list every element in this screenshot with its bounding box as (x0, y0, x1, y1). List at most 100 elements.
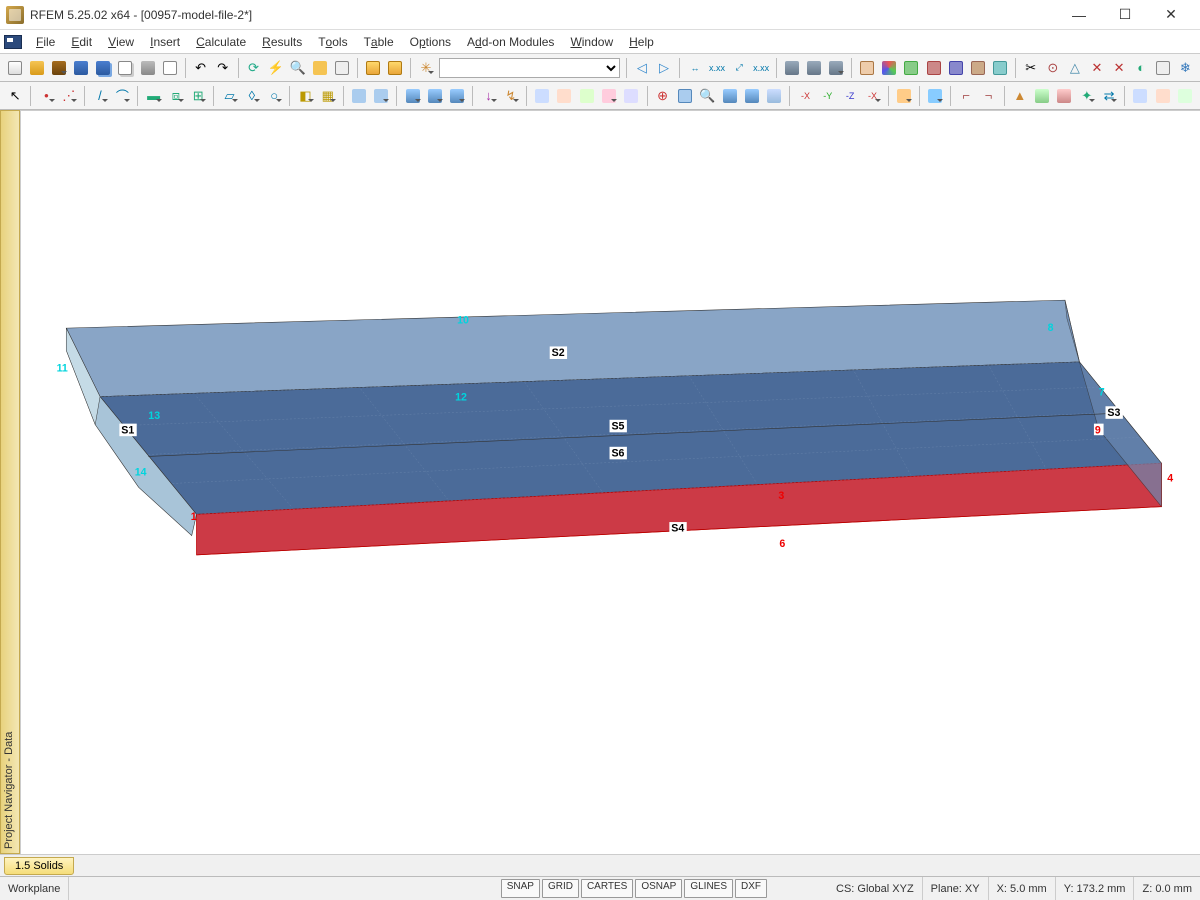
tool-d-icon[interactable]: ✕ (1087, 57, 1107, 79)
menu-file[interactable]: File (28, 30, 63, 53)
mesh-f-icon[interactable] (968, 57, 988, 79)
tool-e-icon[interactable]: ✕ (1109, 57, 1129, 79)
loadcase-select[interactable] (439, 58, 620, 78)
menu-options[interactable]: Options (402, 30, 459, 53)
view-b-icon[interactable] (675, 85, 695, 107)
grid-toggle[interactable]: GRID (542, 879, 579, 898)
misc-a-icon[interactable] (894, 85, 914, 107)
open-project-icon[interactable] (49, 57, 69, 79)
next-icon[interactable]: ▷ (654, 57, 674, 79)
shape-c-icon[interactable] (1054, 85, 1074, 107)
tool-g-icon[interactable] (1153, 57, 1173, 79)
mesh-e-icon[interactable] (946, 57, 966, 79)
view-c-icon[interactable]: 🔍 (697, 85, 717, 107)
load-a-icon[interactable]: ↓ (478, 85, 498, 107)
report-icon[interactable] (160, 57, 180, 79)
tab-solids[interactable]: 1.5 Solids (4, 857, 74, 875)
tool-h-icon[interactable]: ❄ (1175, 57, 1195, 79)
render-c-icon[interactable] (826, 57, 846, 79)
refresh-icon[interactable]: ⟳ (244, 57, 264, 79)
mesh-b-icon[interactable] (879, 57, 899, 79)
extra-d-icon[interactable] (599, 85, 619, 107)
dim-a-icon[interactable]: ↔ (685, 57, 705, 79)
member-c-icon[interactable]: ⊞ (188, 85, 208, 107)
menu-help[interactable]: Help (621, 30, 662, 53)
save-all-icon[interactable] (93, 57, 113, 79)
cursor-icon[interactable]: ↖ (5, 85, 25, 107)
extra-b-icon[interactable] (554, 85, 574, 107)
menu-tools[interactable]: Tools (310, 30, 355, 53)
line-a-icon[interactable]: / (90, 85, 110, 107)
menu-window[interactable]: Window (562, 30, 621, 53)
axis-sel-icon[interactable]: -X (862, 85, 882, 107)
end-b-icon[interactable] (1153, 85, 1173, 107)
view-a-icon[interactable]: ⊕ (652, 85, 672, 107)
new-file-icon[interactable] (5, 57, 25, 79)
cartes-toggle[interactable]: CARTES (581, 879, 633, 898)
end-a-icon[interactable] (1130, 85, 1150, 107)
bracket-b-icon[interactable]: ¬ (978, 85, 998, 107)
axis-z-icon[interactable]: -Z (840, 85, 860, 107)
cube-c-icon[interactable] (447, 85, 467, 107)
cube-b-icon[interactable] (425, 85, 445, 107)
support-b-icon[interactable] (371, 85, 391, 107)
mesh-g-icon[interactable] (990, 57, 1010, 79)
snap-toggle[interactable]: SNAP (501, 879, 540, 898)
panel-a-icon[interactable] (363, 57, 383, 79)
cube-a-icon[interactable] (402, 85, 422, 107)
menu-addon-modules[interactable]: Add-on Modules (459, 30, 562, 53)
misc-b-icon[interactable] (925, 85, 945, 107)
calc-icon[interactable]: ⚡ (266, 57, 286, 79)
dxf-toggle[interactable]: DXF (735, 879, 767, 898)
surface-c-icon[interactable]: ○ (264, 85, 284, 107)
tool-a-icon[interactable]: ✂ (1021, 57, 1041, 79)
menu-view[interactable]: View (100, 30, 142, 53)
axis-x-icon[interactable]: -X (795, 85, 815, 107)
menu-insert[interactable]: Insert (142, 30, 188, 53)
shape-d-icon[interactable]: ✦ (1077, 85, 1097, 107)
extra-a-icon[interactable] (532, 85, 552, 107)
zoom-icon[interactable]: 🔍 (288, 57, 308, 79)
maximize-button[interactable]: ☐ (1102, 0, 1148, 30)
view-e-icon[interactable] (742, 85, 762, 107)
window-icon[interactable] (332, 57, 352, 79)
menu-edit[interactable]: Edit (63, 30, 100, 53)
table-toggle-icon[interactable] (310, 57, 330, 79)
print-icon[interactable] (137, 57, 157, 79)
menu-results[interactable]: Results (254, 30, 310, 53)
project-navigator-tab[interactable]: Project Navigator - Data (0, 110, 20, 854)
node-a-icon[interactable]: • (36, 85, 56, 107)
prev-icon[interactable]: ◁ (632, 57, 652, 79)
tool-f-icon[interactable]: ◐ (1131, 57, 1151, 79)
mesh-d-icon[interactable] (924, 57, 944, 79)
close-button[interactable]: ✕ (1148, 0, 1194, 30)
redo-icon[interactable]: ↷ (213, 57, 233, 79)
surface-a-icon[interactable]: ▱ (219, 85, 239, 107)
save-icon[interactable] (71, 57, 91, 79)
view-f-icon[interactable] (764, 85, 784, 107)
load-b-icon[interactable]: ↯ (501, 85, 521, 107)
shape-a-icon[interactable]: ▲ (1010, 85, 1030, 107)
node-b-icon[interactable]: ⋰ (59, 85, 79, 107)
extra-e-icon[interactable] (621, 85, 641, 107)
solid-b-icon[interactable]: ▦ (318, 85, 338, 107)
mesh-a-icon[interactable] (857, 57, 877, 79)
extra-c-icon[interactable] (577, 85, 597, 107)
dim-d-icon[interactable]: x.xx (751, 57, 771, 79)
surface-b-icon[interactable]: ◊ (242, 85, 262, 107)
menu-calculate[interactable]: Calculate (188, 30, 254, 53)
mesh-c-icon[interactable] (901, 57, 921, 79)
view-d-icon[interactable] (719, 85, 739, 107)
model-viewport[interactable]: S1 S2 S3 S4 S5 S6 11 10 8 7 12 13 14 1 3 (20, 110, 1200, 854)
osnap-toggle[interactable]: OSNAP (635, 879, 682, 898)
end-c-icon[interactable] (1175, 85, 1195, 107)
menu-table[interactable]: Table (356, 30, 402, 53)
glines-toggle[interactable]: GLINES (684, 879, 733, 898)
bracket-a-icon[interactable]: ⌐ (956, 85, 976, 107)
dim-c-icon[interactable]: ⤢ (729, 57, 749, 79)
panel-b-icon[interactable] (385, 57, 405, 79)
solid-a-icon[interactable]: ◧ (295, 85, 315, 107)
undo-icon[interactable]: ↶ (191, 57, 211, 79)
loadcase-new-icon[interactable]: ✳ (416, 57, 436, 79)
render-b-icon[interactable] (804, 57, 824, 79)
